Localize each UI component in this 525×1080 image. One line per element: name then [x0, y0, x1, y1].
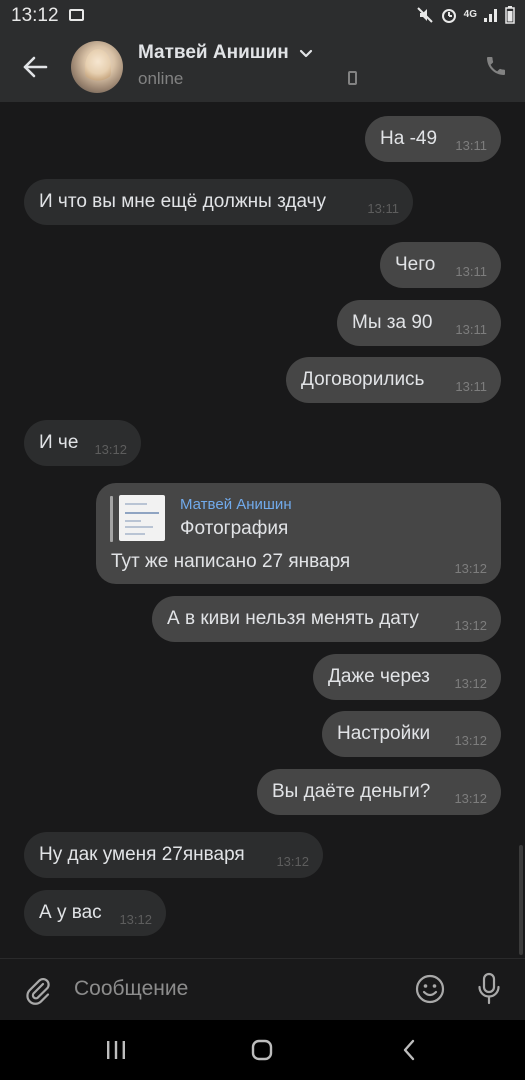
- message-time: 13:12: [454, 618, 487, 633]
- forward-bar: [110, 496, 113, 542]
- message-text: А у вас: [39, 902, 102, 923]
- message-out[interactable]: Договорились 13:11: [286, 357, 501, 403]
- message-text: На -49: [380, 128, 438, 149]
- message-time: 13:12: [454, 733, 487, 748]
- message-out[interactable]: Чего 13:11: [380, 242, 501, 288]
- alarm-icon: [441, 9, 456, 23]
- message-time: 13:12: [94, 442, 127, 457]
- system-navbar: [0, 1020, 525, 1080]
- status-bar: 13:12 4G: [0, 0, 525, 30]
- back-button[interactable]: [14, 46, 56, 88]
- message-text: А в киви нельзя менять дату: [167, 608, 419, 629]
- mute-icon: [416, 7, 433, 23]
- message-time: 13:11: [455, 264, 487, 279]
- contact-name[interactable]: Матвей Анишин: [138, 42, 289, 64]
- call-button[interactable]: [481, 51, 511, 81]
- message-input[interactable]: [74, 974, 394, 1004]
- recent-apps-button[interactable]: [100, 1034, 132, 1066]
- gallery-icon: [69, 9, 84, 21]
- status-time: 13:12: [11, 5, 59, 26]
- message-out[interactable]: На -49 13:11: [365, 116, 501, 162]
- battery-icon: [505, 6, 515, 24]
- microphone-icon: [478, 972, 500, 1005]
- emoji-button[interactable]: [413, 972, 447, 1006]
- message-time: 13:11: [455, 138, 487, 153]
- message-time: 13:12: [119, 912, 152, 927]
- chat-header: Матвей Анишин online: [0, 30, 525, 102]
- message-out[interactable]: А в киви нельзя менять дату 13:12: [152, 596, 501, 642]
- phone-device-icon: [348, 71, 357, 85]
- nav-back-button[interactable]: [393, 1034, 425, 1066]
- forwarded-message[interactable]: Матвей Анишин Фотография Тут же написано…: [96, 483, 501, 584]
- message-out[interactable]: Даже через 13:12: [313, 654, 501, 700]
- emoji-icon: [415, 974, 445, 1004]
- call-icon: [487, 57, 505, 75]
- message-text: Настройки: [337, 723, 431, 744]
- back-icon: [403, 1039, 415, 1061]
- forward-author[interactable]: Матвей Анишин: [180, 496, 292, 513]
- home-icon: [251, 1039, 273, 1061]
- message-text: И что вы мне ещё должны здачу: [39, 191, 327, 212]
- message-composer: [0, 958, 525, 1020]
- message-in[interactable]: И че 13:12: [24, 420, 141, 466]
- message-in[interactable]: И что вы мне ещё должны здачу 13:11: [24, 179, 413, 225]
- signal-icon: [484, 9, 497, 22]
- message-text: Даже через: [328, 666, 430, 687]
- message-time: 13:12: [276, 854, 309, 869]
- message-text: И че: [39, 432, 79, 453]
- photo-thumbnail[interactable]: [119, 495, 165, 541]
- contact-status: online: [138, 69, 184, 88]
- message-text: Тут же написано 27 января: [111, 551, 351, 572]
- message-time: 13:12: [454, 561, 487, 576]
- message-out[interactable]: Настройки 13:12: [322, 711, 501, 757]
- message-text: Мы за 90: [352, 312, 433, 333]
- message-time: 13:11: [367, 201, 399, 216]
- network-4g-icon: 4G: [463, 9, 477, 20]
- scrollbar[interactable]: [519, 845, 523, 955]
- message-in[interactable]: Ну дак уменя 27января 13:12: [24, 832, 323, 878]
- attach-button[interactable]: [20, 973, 54, 1007]
- recent-apps-icon: [107, 1041, 125, 1059]
- message-in[interactable]: А у вас 13:12: [24, 890, 166, 936]
- avatar[interactable]: [71, 41, 123, 93]
- back-arrow-icon: [23, 56, 48, 78]
- home-button[interactable]: [246, 1034, 278, 1066]
- message-time: 13:12: [454, 676, 487, 691]
- message-text: Вы даёте деньги?: [272, 781, 431, 802]
- message-text: Ну дак уменя 27января: [39, 844, 245, 865]
- message-time: 13:12: [454, 791, 487, 806]
- message-out[interactable]: Мы за 90 13:11: [337, 300, 501, 346]
- message-text: Чего: [395, 254, 436, 275]
- attach-icon: [26, 978, 50, 1005]
- message-text: Договорились: [301, 369, 425, 390]
- message-time: 13:11: [455, 379, 487, 394]
- microphone-button[interactable]: [472, 971, 506, 1007]
- message-out[interactable]: Вы даёте деньги? 13:12: [257, 769, 501, 815]
- message-time: 13:11: [455, 322, 487, 337]
- forward-kind: Фотография: [180, 518, 289, 539]
- chevron-down-icon[interactable]: [299, 49, 313, 59]
- status-icons: 4G: [416, 4, 515, 26]
